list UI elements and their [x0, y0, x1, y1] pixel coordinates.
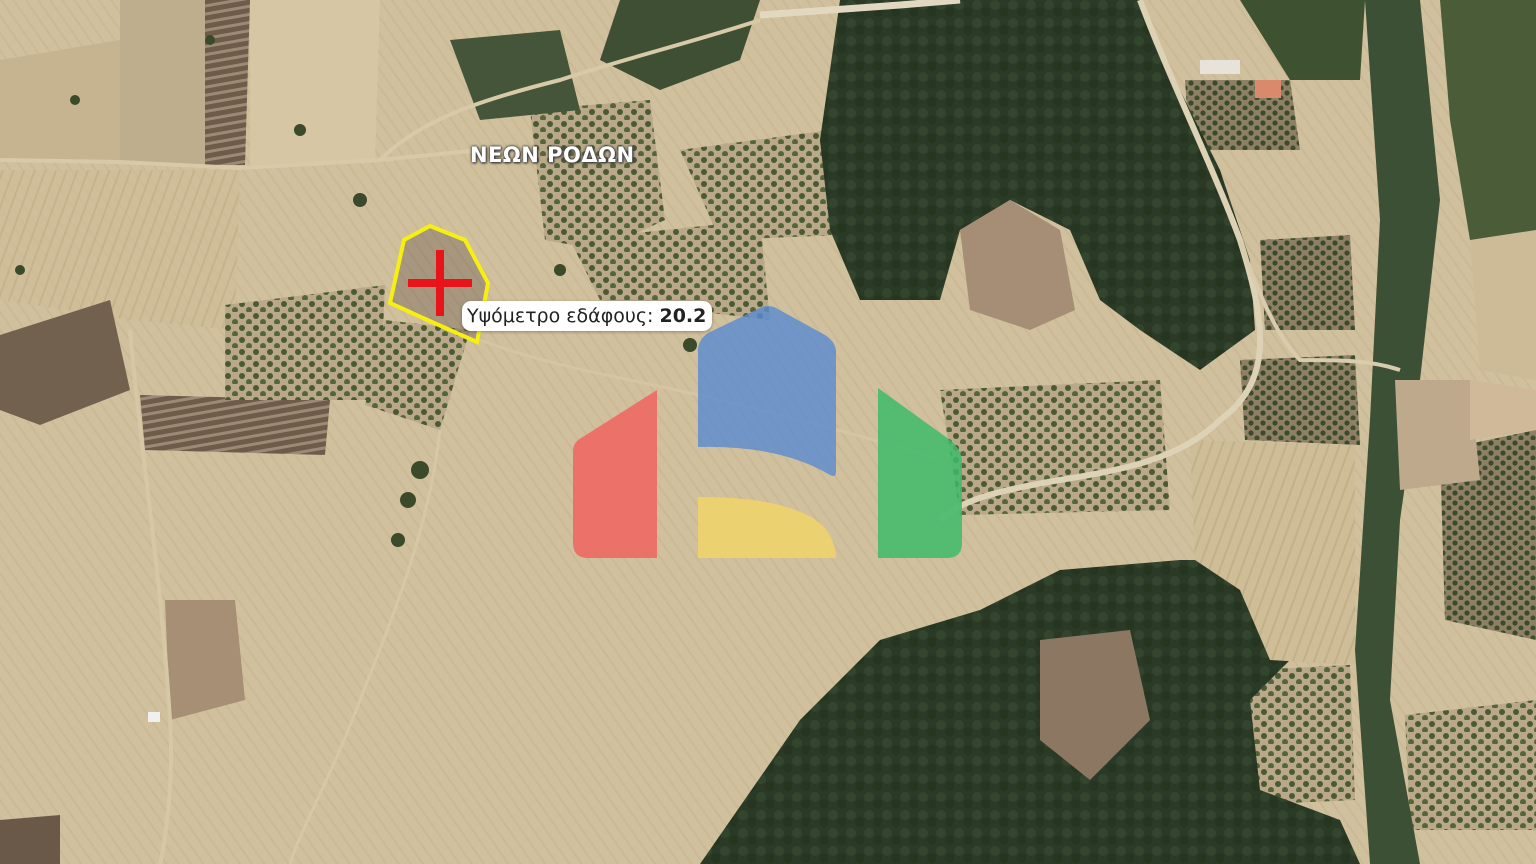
logo-red-shape — [573, 390, 657, 558]
logo-green-shape — [878, 388, 962, 558]
house-logo-watermark — [573, 306, 962, 558]
logo-blue-shape — [698, 306, 836, 476]
place-label: ΝΕΩΝ ΡΟΔΩΝ — [470, 143, 635, 167]
logo-yellow-shape — [698, 497, 836, 558]
